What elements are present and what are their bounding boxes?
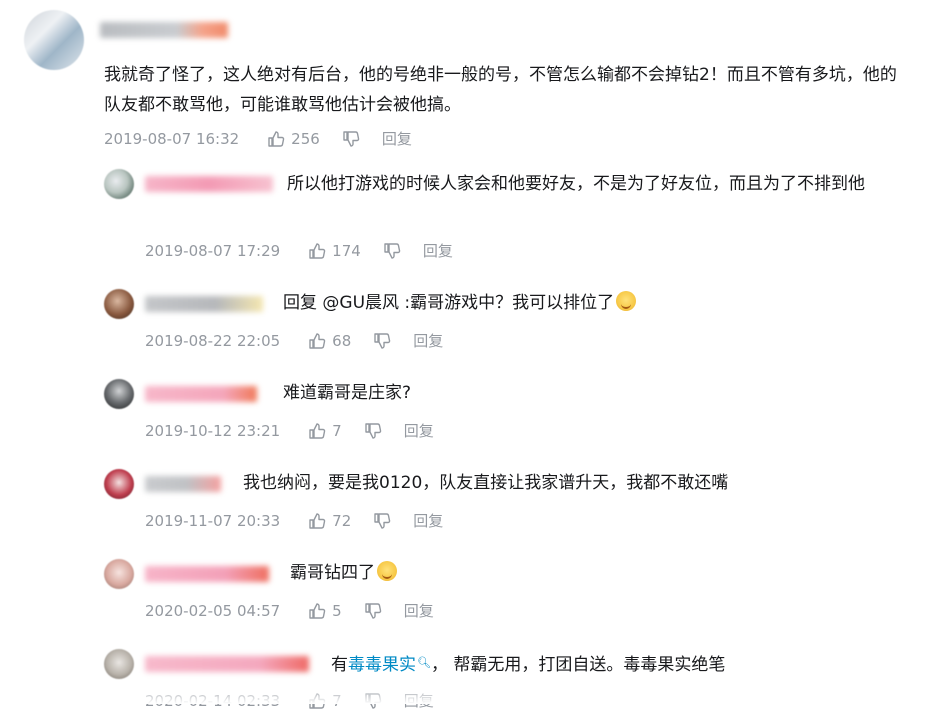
thumbs-up-icon bbox=[309, 422, 326, 439]
like-button[interactable]: 5 bbox=[308, 602, 342, 620]
reply-button[interactable]: 回复 bbox=[413, 330, 443, 351]
keyword-search-link[interactable]: 毒毒果实 bbox=[348, 655, 416, 675]
like-button[interactable]: 174 bbox=[308, 242, 361, 260]
thumbs-down-icon bbox=[343, 130, 360, 147]
reply-text: 所以他打游戏的时候人家会和他要好友，不是为了好友位，而且为了不排到他 bbox=[287, 174, 865, 194]
like-count: 7 bbox=[332, 421, 342, 440]
dislike-button[interactable] bbox=[373, 512, 391, 530]
dislike-button[interactable] bbox=[383, 242, 401, 260]
dislike-button[interactable] bbox=[342, 130, 360, 148]
reply-avatar[interactable] bbox=[104, 559, 134, 589]
like-count: 72 bbox=[332, 511, 352, 530]
reply-text: 霸哥钻四了 bbox=[290, 556, 397, 590]
main-comment-avatar[interactable] bbox=[24, 10, 84, 70]
reply-meta: 2019-08-22 22:05 68 回复 bbox=[145, 330, 443, 351]
reply-text-pre: 有 bbox=[331, 655, 348, 675]
reply-text-post: ， 帮霸无用，打团自送。毒毒果实绝笔 bbox=[430, 655, 726, 675]
thumbs-up-icon bbox=[309, 332, 326, 349]
like-button[interactable]: 68 bbox=[308, 332, 351, 350]
comment-time: 2019-08-22 22:05 bbox=[145, 331, 281, 350]
like-count: 5 bbox=[332, 601, 342, 620]
dislike-button[interactable] bbox=[364, 422, 382, 440]
reply-text-body: 霸哥钻四了 bbox=[290, 563, 375, 583]
reply-mention-text: 回复 @GU晨风 :霸哥游戏中？我可以排位了 bbox=[283, 293, 615, 313]
like-button[interactable]: 7 bbox=[308, 422, 342, 440]
reply-button[interactable]: 回复 bbox=[382, 128, 412, 149]
thumbs-down-icon bbox=[374, 512, 391, 529]
reply-button[interactable]: 回复 bbox=[423, 240, 453, 261]
reply-avatar[interactable] bbox=[104, 649, 134, 679]
bottom-fade bbox=[0, 686, 937, 704]
reply-username[interactable] bbox=[145, 296, 263, 312]
comment-time: 2019-08-07 16:32 bbox=[104, 129, 240, 148]
reply-avatar[interactable] bbox=[104, 379, 134, 409]
main-comment-username[interactable] bbox=[100, 22, 228, 38]
like-count: 68 bbox=[332, 331, 352, 350]
main-comment-text: 我就奇了怪了，这人绝对有后台，他的号绝非一般的号，不管怎么输都不会掉钻2！而且不… bbox=[104, 65, 897, 115]
like-button[interactable]: 72 bbox=[308, 512, 351, 530]
reply-button[interactable]: 回复 bbox=[404, 420, 434, 441]
reply-button[interactable]: 回复 bbox=[404, 600, 434, 621]
thumbs-up-icon bbox=[309, 512, 326, 529]
reply-avatar[interactable] bbox=[104, 289, 134, 319]
thumbs-up-icon bbox=[268, 130, 285, 147]
thumbs-down-icon bbox=[384, 242, 401, 259]
reply-username[interactable] bbox=[145, 386, 257, 402]
dislike-button[interactable] bbox=[364, 602, 382, 620]
reply-text: 难道霸哥是庄家? bbox=[283, 383, 412, 403]
reply-avatar[interactable] bbox=[104, 169, 134, 199]
grin-emoji-icon bbox=[616, 291, 637, 311]
reply-meta: 2019-11-07 20:33 72 回复 bbox=[145, 510, 443, 531]
like-button[interactable]: 256 bbox=[267, 130, 320, 148]
like-count: 174 bbox=[332, 241, 361, 260]
search-icon: 🔍︎ bbox=[417, 656, 431, 669]
reply-meta: 2019-10-12 23:21 7 回复 bbox=[145, 420, 434, 441]
thumbs-down-icon bbox=[365, 602, 381, 619]
like-count: 256 bbox=[291, 129, 320, 148]
reply-username[interactable] bbox=[145, 656, 309, 672]
reply-meta: 2019-08-07 17:29 174 回复 bbox=[145, 240, 453, 261]
reply-meta: 2020-02-05 04:57 5 回复 bbox=[145, 600, 434, 621]
reply-text: 我也纳闷，要是我0120，队友直接让我家谱升天，我都不敢还嘴 bbox=[243, 473, 729, 493]
reply-username[interactable] bbox=[145, 566, 269, 582]
comment-time: 2019-11-07 20:33 bbox=[145, 511, 281, 530]
comment-time: 2020-02-05 04:57 bbox=[145, 601, 281, 620]
comment-time: 2019-10-12 23:21 bbox=[145, 421, 281, 440]
dislike-button[interactable] bbox=[373, 332, 391, 350]
laugh-cry-emoji-icon bbox=[377, 561, 397, 581]
reply-username[interactable] bbox=[145, 476, 221, 492]
reply-text: 有毒毒果实🔍︎， 帮霸无用，打团自送。毒毒果实绝笔 bbox=[331, 646, 725, 682]
thumbs-down-icon bbox=[365, 422, 381, 439]
reply-text: 回复 @GU晨风 :霸哥游戏中？我可以排位了 bbox=[283, 286, 637, 320]
main-comment-meta: 2019-08-07 16:32 256 回复 bbox=[104, 128, 412, 149]
comment-time: 2019-08-07 17:29 bbox=[145, 241, 281, 260]
reply-button[interactable]: 回复 bbox=[413, 510, 443, 531]
thumbs-up-icon bbox=[309, 242, 326, 259]
reply-avatar[interactable] bbox=[104, 469, 134, 499]
thumbs-up-icon bbox=[309, 602, 326, 619]
thumbs-down-icon bbox=[374, 332, 391, 349]
